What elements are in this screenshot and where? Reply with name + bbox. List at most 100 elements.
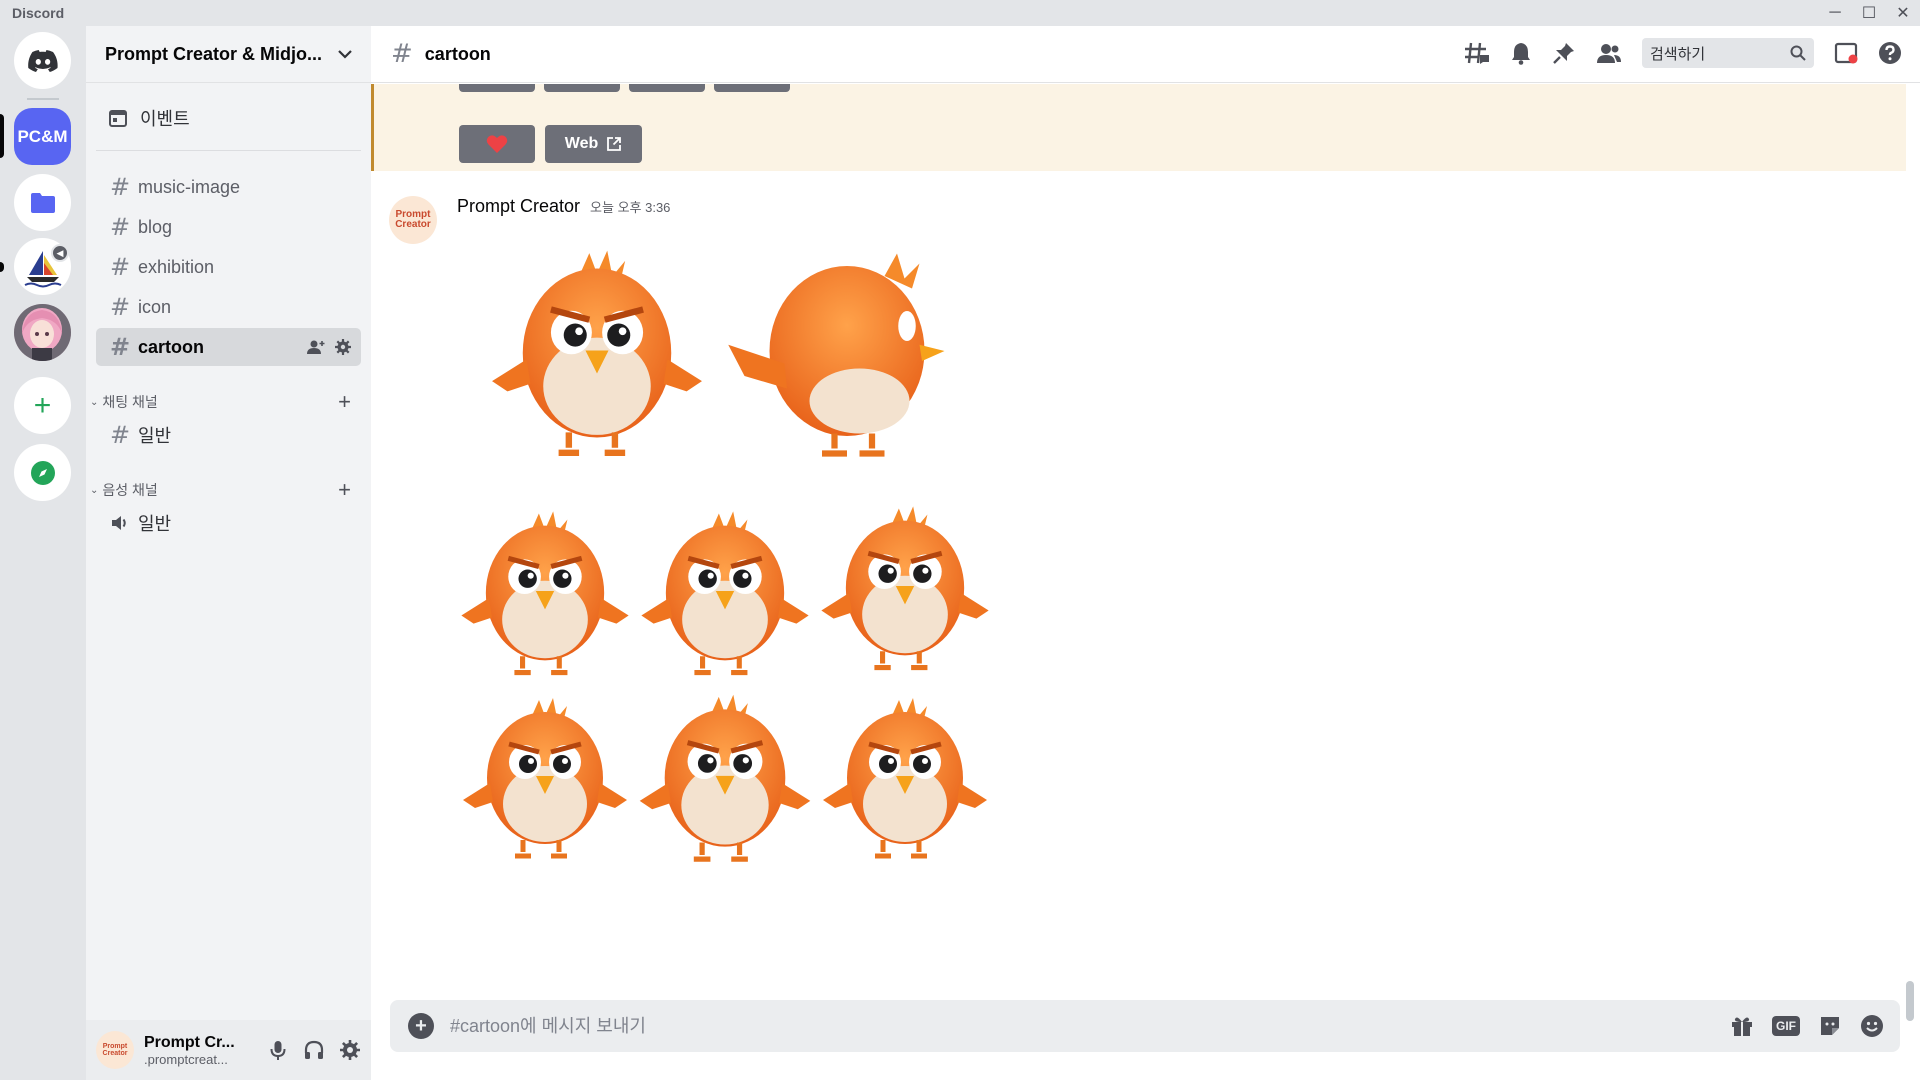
- gear-icon[interactable]: [335, 339, 351, 355]
- channel-label: 일반: [138, 426, 172, 446]
- events-divider: [96, 150, 361, 151]
- events-label: 이벤트: [140, 109, 190, 129]
- message-avatar[interactable]: Prompt Creator: [389, 196, 437, 244]
- partial-button[interactable]: [544, 84, 620, 92]
- home-button[interactable]: [14, 32, 71, 89]
- message-avatar-text: Prompt Creator: [395, 208, 431, 230]
- add-server-button[interactable]: +: [14, 377, 71, 434]
- hash-icon: #: [110, 253, 131, 281]
- attach-plus-icon[interactable]: +: [408, 1013, 434, 1039]
- header-toolbar: 검색하기: [1464, 38, 1902, 68]
- bird-pose-2-3: [821, 506, 988, 667]
- user-panel: Prompt Creator Prompt Cr... .promptcreat…: [86, 1020, 371, 1080]
- search-icon: [1790, 45, 1806, 61]
- guild-header[interactable]: Prompt Creator & Midjo...: [86, 26, 371, 83]
- explore-servers-button[interactable]: [14, 444, 71, 501]
- user-avatar[interactable]: Prompt Creator: [96, 1031, 134, 1069]
- channel-exhibition[interactable]: # exhibition: [96, 248, 361, 286]
- partial-button[interactable]: [714, 84, 790, 92]
- partial-button[interactable]: [459, 84, 535, 92]
- plus-icon: +: [33, 388, 52, 422]
- web-link-button[interactable]: Web: [545, 125, 642, 163]
- channel-general-voice[interactable]: 일반: [96, 504, 361, 542]
- maximize-button[interactable]: ☐: [1852, 0, 1886, 26]
- invite-user-icon[interactable]: [307, 339, 325, 355]
- minimize-button[interactable]: ─: [1818, 0, 1852, 26]
- bird-pose-3-2: [640, 695, 811, 859]
- chevron-down-icon: ⌄: [90, 396, 99, 408]
- category-voice-channels[interactable]: ⌄ 음성 채널 +: [90, 477, 365, 503]
- bird-pose-3-3: [823, 698, 987, 856]
- sticker-icon[interactable]: [1818, 1014, 1842, 1038]
- bird-pose-2-2: [641, 511, 808, 672]
- category-label: 음성 채널: [102, 482, 158, 498]
- speaker-icon: [110, 514, 138, 532]
- gift-icon[interactable]: [1730, 1014, 1754, 1038]
- member-list-icon[interactable]: [1596, 42, 1622, 64]
- discord-logo-icon: [27, 49, 58, 72]
- events-button[interactable]: 이벤트: [96, 98, 361, 138]
- microphone-icon[interactable]: [267, 1039, 289, 1061]
- hash-icon: #: [391, 39, 413, 69]
- cartoon-birds-image[interactable]: [457, 223, 1117, 1011]
- inbox-icon[interactable]: [1834, 41, 1858, 65]
- chevron-down-icon: [338, 50, 352, 59]
- emoji-icon[interactable]: [1860, 1014, 1884, 1038]
- hash-icon: #: [110, 293, 131, 321]
- create-channel-plus-icon[interactable]: +: [338, 389, 351, 415]
- user-handle: .promptcreat...: [144, 1051, 228, 1067]
- partial-button[interactable]: [629, 84, 705, 92]
- channel-icon[interactable]: # icon: [96, 288, 361, 326]
- hash-icon: #: [110, 333, 131, 361]
- heart-button[interactable]: [459, 125, 535, 163]
- bird-pose-front: [492, 251, 702, 453]
- bird-pose-side: [728, 253, 945, 457]
- compass-icon: [30, 460, 55, 485]
- gif-button[interactable]: GIF: [1772, 1016, 1800, 1036]
- server-pcm-label: PC&M: [17, 126, 68, 146]
- search-placeholder: 검색하기: [1650, 45, 1706, 63]
- message-header: Prompt Creator 오늘 오후 3:36: [457, 196, 670, 217]
- bird-pose-3-1: [463, 698, 627, 856]
- channel-title: cartoon: [424, 43, 491, 64]
- channel-label: exhibition: [138, 256, 215, 277]
- server-rail: PC&M ◀ +: [0, 26, 86, 1080]
- channel-label: music-image: [138, 176, 241, 197]
- message-timestamp: 오늘 오후 3:36: [590, 200, 671, 215]
- server-anime-avatar[interactable]: [14, 304, 71, 361]
- composer-tools: GIF: [1730, 1014, 1884, 1038]
- scrollbar-thumb[interactable]: [1906, 981, 1914, 1021]
- app-name: Discord: [12, 5, 65, 21]
- server-folder[interactable]: [14, 174, 71, 231]
- channel-music-image[interactable]: # music-image: [96, 168, 361, 206]
- search-input[interactable]: 검색하기: [1642, 38, 1814, 68]
- channel-tools: [307, 339, 351, 355]
- channel-blog[interactable]: # blog: [96, 208, 361, 246]
- highlighted-message: Web: [371, 84, 1906, 171]
- server-pcm[interactable]: PC&M: [14, 108, 71, 165]
- channel-label: icon: [138, 296, 172, 317]
- message-input[interactable]: [450, 1015, 1730, 1037]
- close-button[interactable]: ✕: [1886, 0, 1920, 26]
- channel-cartoon[interactable]: # cartoon: [96, 328, 361, 366]
- user-settings-gear-icon[interactable]: [339, 1039, 361, 1061]
- calendar-icon: [109, 110, 127, 127]
- user-names[interactable]: Prompt Cr... .promptcreat...: [144, 1034, 244, 1067]
- hash-icon: #: [110, 173, 131, 201]
- bell-icon[interactable]: [1510, 41, 1532, 65]
- unread-pill: [0, 262, 4, 272]
- message-author[interactable]: Prompt Creator: [457, 196, 580, 217]
- channel-general-text[interactable]: # 일반: [96, 416, 361, 454]
- user-name: Prompt Cr...: [144, 1033, 235, 1051]
- threads-icon[interactable]: [1464, 41, 1490, 65]
- voice-speaker-badge-icon: ◀: [51, 244, 69, 262]
- channel-sidebar: Prompt Creator & Midjo... 이벤트 # music-im…: [86, 26, 371, 1080]
- pin-icon[interactable]: [1552, 41, 1576, 65]
- web-button-label: Web: [564, 135, 599, 152]
- headphones-icon[interactable]: [303, 1039, 325, 1061]
- help-icon[interactable]: [1878, 41, 1902, 65]
- category-text-channels[interactable]: ⌄ 채팅 채널 +: [90, 389, 365, 415]
- message-composer: + GIF: [390, 1000, 1900, 1052]
- category-label: 채팅 채널: [102, 394, 158, 410]
- create-channel-plus-icon[interactable]: +: [338, 477, 351, 503]
